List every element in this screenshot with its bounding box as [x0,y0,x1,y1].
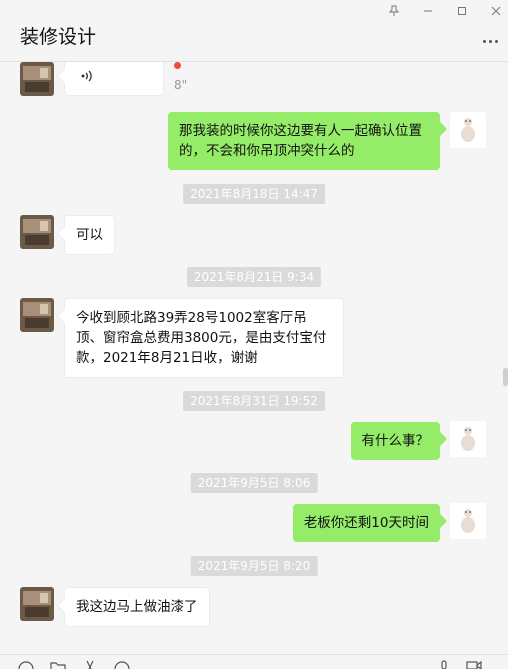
self-avatar[interactable] [450,421,486,457]
video-call-icon[interactable] [466,659,482,669]
message-bubble[interactable]: 可以 [64,215,115,255]
contact-avatar[interactable] [20,215,54,249]
title-bar: 装修设计 [0,0,508,62]
self-avatar[interactable] [450,112,486,148]
unread-dot [174,62,181,69]
timestamp: 2021年9月5日 8:20 [190,556,318,576]
message-bubble[interactable]: 那我装的时候你这边要有人一起确认位置的，不会和你吊顶冲突什么的 [168,112,440,170]
contact-avatar[interactable] [20,298,54,332]
voice-duration: 8" [174,78,188,92]
message-bubble[interactable]: 今收到顾北路39弄28号1002室客厅吊顶、窗帘盒总费用3800元，是由支付宝付… [64,298,344,378]
contact-avatar[interactable] [20,587,54,621]
scrollbar-thumb[interactable] [503,368,508,386]
timestamp: 2021年8月21日 9:34 [186,267,322,287]
close-icon[interactable] [485,2,507,20]
message-bubble[interactable]: 老板你还剩10天时间 [292,504,440,542]
voice-wave-icon [81,70,92,82]
pin-icon[interactable] [383,2,405,20]
timestamp: 2021年8月18日 14:47 [183,184,325,204]
timestamp: 2021年9月5日 8:06 [190,473,318,493]
folder-icon[interactable] [50,659,66,669]
contact-avatar[interactable] [20,62,54,96]
chat-title: 装修设计 [20,26,97,48]
message-list[interactable]: 8" 那我装的时候你这边要有人一起确认位置的，不会和你吊顶冲突什么的 2021年… [0,62,508,654]
emoji-icon[interactable] [18,659,34,669]
scissors-icon[interactable] [82,659,98,669]
maximize-icon[interactable] [451,2,473,20]
microphone-icon[interactable] [436,659,452,669]
chat-bubble-icon[interactable] [114,659,130,669]
self-avatar[interactable] [450,503,486,539]
more-options-icon[interactable] [480,34,500,48]
message-bubble[interactable]: 我这边马上做油漆了 [64,587,210,627]
voice-message-bubble[interactable] [64,62,164,96]
minimize-icon[interactable] [417,2,439,20]
message-bubble[interactable]: 有什么事？ [350,422,440,460]
input-toolbar [0,654,508,669]
timestamp: 2021年8月31日 19:52 [183,391,325,411]
